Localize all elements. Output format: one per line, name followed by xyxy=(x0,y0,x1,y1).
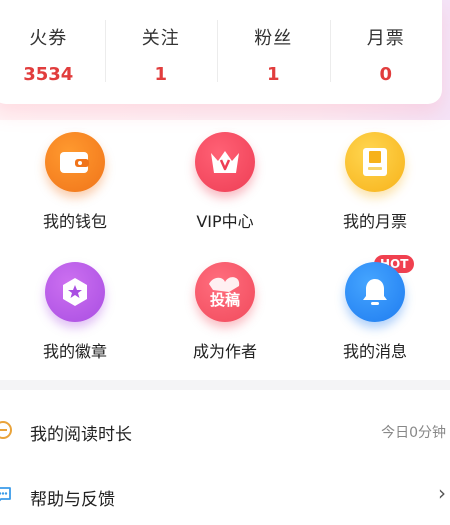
reading-time-value: 今日0分钟 xyxy=(381,425,446,441)
stat-label: 月票 xyxy=(366,28,405,49)
stat-label: 粉丝 xyxy=(254,28,293,49)
bell-icon xyxy=(345,262,405,322)
grid-label: 我的钱包 xyxy=(42,212,107,231)
grid-label: 成为作者 xyxy=(192,342,257,361)
stat-following[interactable]: 关注 1 xyxy=(104,0,218,104)
stat-fire-tickets[interactable]: 火券 3534 xyxy=(0,0,105,104)
chat-icon xyxy=(0,485,13,505)
stat-monthly-tickets[interactable]: 月票 0 xyxy=(329,0,443,104)
submission-icon: 投稿 xyxy=(195,262,255,322)
grid-label: VIP中心 xyxy=(196,212,254,231)
stats-card: 火券 3534 关注 1 粉丝 1 月票 0 xyxy=(0,0,442,104)
row-label: 我的阅读时长 xyxy=(30,425,132,445)
monthly-ticket-button[interactable]: 我的月票 xyxy=(300,122,450,242)
section-divider xyxy=(0,380,450,390)
become-author-button[interactable]: 投稿 HOT 成为作者 xyxy=(150,252,415,372)
stat-value: 0 xyxy=(379,64,393,85)
row-label: 帮助与反馈 xyxy=(30,490,115,510)
ticket-icon xyxy=(345,132,405,192)
help-feedback-row[interactable]: 帮助与反馈 › xyxy=(0,465,450,525)
submission-icon-text: 投稿 xyxy=(210,291,240,309)
messages-button[interactable]: 我的消息 xyxy=(300,252,450,372)
clock-icon xyxy=(0,420,13,440)
wallet-icon xyxy=(45,132,105,192)
stat-followers[interactable]: 粉丝 1 xyxy=(217,0,330,104)
crown-icon xyxy=(195,132,255,192)
grid-label: 我的消息 xyxy=(342,342,407,361)
badge-icon xyxy=(45,262,105,322)
wallet-button[interactable]: 我的钱包 xyxy=(0,122,150,242)
stat-label: 关注 xyxy=(141,28,180,49)
stat-label: 火券 xyxy=(29,28,68,49)
stat-value: 3534 xyxy=(23,64,74,85)
chevron-right-icon: › xyxy=(438,481,446,505)
grid-label: 我的月票 xyxy=(342,212,407,231)
stat-value: 1 xyxy=(154,64,168,85)
vip-center-button[interactable]: VIP中心 xyxy=(150,122,300,242)
stat-value: 1 xyxy=(266,64,280,85)
badge-button[interactable]: 我的徽章 xyxy=(0,252,150,372)
grid-label: 我的徽章 xyxy=(42,342,107,361)
reading-time-row[interactable]: 我的阅读时长 今日0分钟 xyxy=(0,400,450,460)
